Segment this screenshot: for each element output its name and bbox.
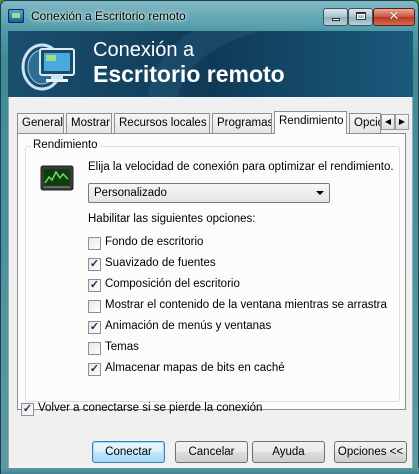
minimize-button[interactable] [323, 8, 348, 26]
help-button[interactable]: Ayuda [252, 441, 325, 463]
themes-label: Temas [105, 341, 139, 353]
maximize-icon [355, 12, 366, 20]
tab-general[interactable]: General [17, 113, 64, 133]
bitmap-caching-label: Almacenar mapas de bits en caché [105, 362, 285, 374]
close-icon: ✕ [388, 9, 400, 24]
connect-button[interactable]: Conectar [92, 441, 165, 463]
reconnect-label: Volver a conectarse si se pierde la cone… [38, 402, 263, 414]
font-smoothing-checkbox[interactable]: ✓ [88, 258, 101, 271]
chevron-right-icon: ▶ [398, 117, 406, 126]
chevron-left-icon: ◀ [384, 117, 392, 126]
show-window-contents-checkbox[interactable] [88, 300, 101, 313]
tab-local-resources[interactable]: Recursos locales [114, 113, 210, 133]
menu-animation-checkbox[interactable]: ✓ [88, 321, 101, 334]
desktop-composition-label: Composición del escritorio [105, 278, 240, 290]
tab-scroll-right-button[interactable]: ▶ [395, 114, 409, 130]
title-bar[interactable]: Conexión a Escritorio remoto ✕ [1, 1, 418, 31]
desktop-composition-checkbox[interactable]: ✓ [88, 279, 101, 292]
performance-tab-panel: Rendimiento Elija la velocidad de conexi… [17, 133, 406, 410]
tab-programs[interactable]: Programas [212, 113, 272, 133]
tab-performance[interactable]: Rendimiento [274, 111, 347, 134]
remote-desktop-window: Conexión a Escritorio remoto ✕ Conexión … [0, 0, 419, 474]
themes-checkbox[interactable] [88, 342, 101, 355]
reconnect-checkbox[interactable]: ✓ [21, 403, 34, 416]
connection-speed-value: Personalizado [94, 187, 167, 199]
tab-advanced[interactable]: Opcio [349, 113, 381, 133]
show-window-contents-label: Mostrar el contenido de la ventana mient… [105, 299, 387, 311]
performance-monitor-icon [40, 165, 74, 191]
remote-desktop-logo-icon [21, 43, 75, 91]
speed-prompt-text: Elija la velocidad de conexión para opti… [88, 161, 394, 173]
maximize-button[interactable] [348, 8, 373, 26]
tab-strip: General Mostrar Recursos locales Program… [17, 111, 409, 134]
performance-group: Rendimiento Elija la velocidad de conexi… [25, 139, 400, 402]
dialog-client-area: General Mostrar Recursos locales Program… [8, 97, 413, 468]
bitmap-caching-checkbox[interactable]: ✓ [88, 363, 101, 376]
menu-animation-label: Animación de menús y ventanas [105, 320, 272, 332]
connection-speed-select[interactable]: Personalizado [88, 183, 330, 203]
options-label: Habilitar las siguientes opciones: [88, 213, 256, 225]
chevron-down-icon [316, 191, 324, 195]
banner-title-line1: Conexión a [93, 39, 195, 61]
remote-desktop-app-icon [8, 9, 24, 23]
window-bottom-border [1, 468, 419, 474]
banner: Conexión a Escritorio remoto [8, 31, 413, 97]
performance-group-label: Rendimiento [31, 139, 100, 151]
desktop-background-checkbox[interactable] [88, 237, 101, 250]
font-smoothing-label: Suavizado de fuentes [105, 257, 216, 269]
options-toggle-button[interactable]: Opciones << [334, 441, 407, 463]
desktop-background-label: Fondo de escritorio [105, 236, 204, 248]
tab-scroll-left-button[interactable]: ◀ [381, 114, 395, 130]
close-button[interactable]: ✕ [373, 8, 415, 26]
minimize-icon [331, 18, 340, 21]
cancel-button[interactable]: Cancelar [175, 441, 248, 463]
window-title: Conexión a Escritorio remoto [31, 9, 186, 23]
tab-display[interactable]: Mostrar [66, 113, 112, 133]
banner-title-line2: Escritorio remoto [93, 61, 285, 87]
